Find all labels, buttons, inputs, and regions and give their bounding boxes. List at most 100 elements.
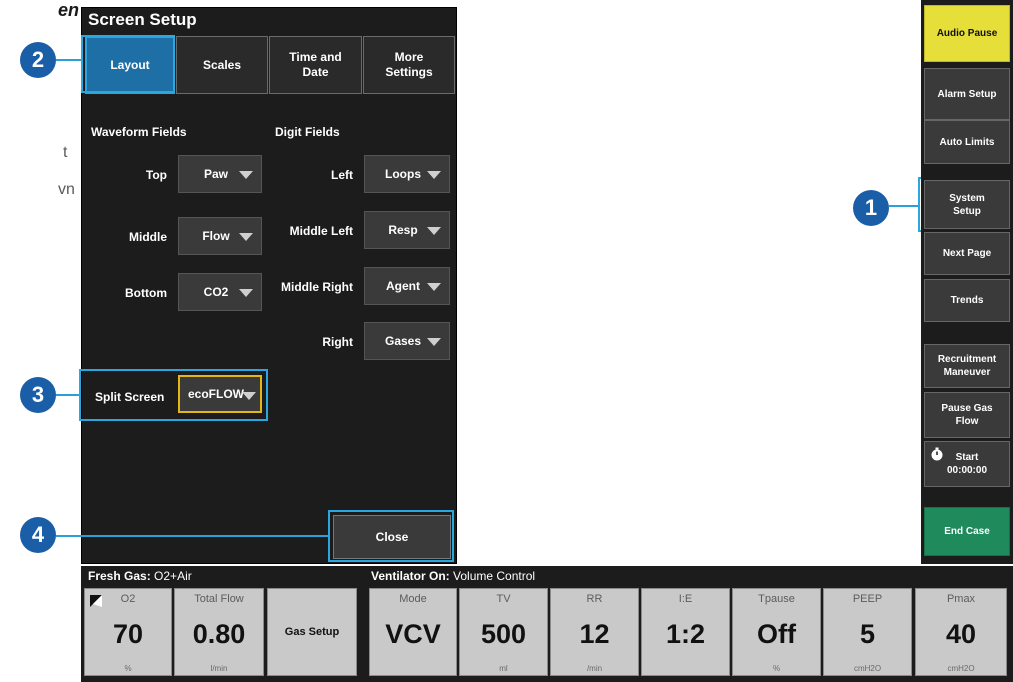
waveform-middle-label: Middle — [129, 230, 167, 244]
tile-unit: ml — [499, 664, 508, 673]
tile-value: 1:2 — [665, 619, 706, 649]
tile-value: Off — [757, 619, 796, 649]
callout-leader — [56, 535, 328, 537]
tile-value: 0.80 — [192, 619, 246, 649]
waveform-bottom-dropdown[interactable]: CO2 — [178, 273, 262, 311]
ventilator-mode: Volume Control — [453, 569, 536, 583]
tile-label: Total Flow — [194, 593, 244, 605]
chevron-down-icon — [427, 283, 441, 291]
tile-label: O2 — [120, 593, 136, 605]
chevron-down-icon — [427, 171, 441, 179]
digit-left-label: Left — [331, 168, 353, 182]
chevron-down-icon — [239, 289, 253, 297]
pause-gas-flow-label: Pause Gas Flow — [941, 403, 993, 427]
next-page-button[interactable]: Next Page — [924, 232, 1010, 275]
mode-tile[interactable]: Mode VCV — [369, 588, 457, 676]
tile-value: 12 — [579, 619, 610, 649]
dialog-title: Screen Setup — [88, 10, 197, 29]
tile-label: Tpause — [758, 593, 795, 605]
ventilator-header: Ventilator On: Volume Control — [371, 569, 535, 583]
tile-label: PEEP — [852, 593, 883, 605]
page-title-fragment: en — [58, 0, 80, 20]
bottom-status-bar: Fresh Gas: O2+Air Ventilator On: Volume … — [81, 566, 1013, 682]
tile-unit: cmH2O — [853, 664, 882, 673]
waveform-top-label: Top — [145, 168, 167, 182]
callout-3: 3 — [20, 377, 56, 413]
tile-unit: % — [772, 664, 781, 673]
o2-tile[interactable]: O2 70 % — [84, 588, 172, 676]
tile-unit: l/min — [210, 664, 228, 673]
tile-value: 500 — [480, 619, 527, 649]
trends-button[interactable]: Trends — [924, 279, 1010, 322]
gas-setup-label: Gas Setup — [284, 626, 340, 638]
pmax-tile[interactable]: Pmax 40 cmH2O — [915, 588, 1007, 676]
timer-time: 00:00:00 — [946, 465, 988, 476]
right-menu: Audio Pause Alarm Setup Auto Limits Syst… — [921, 0, 1013, 564]
auto-limits-button[interactable]: Auto Limits — [924, 120, 1010, 164]
tile-label: TV — [496, 593, 511, 605]
tile-unit: cmH2O — [947, 664, 975, 673]
tile-label: Pmax — [946, 593, 976, 605]
highlight-close — [328, 510, 454, 562]
digit-middle-left-dropdown[interactable]: Resp — [364, 211, 450, 249]
stopwatch-icon — [931, 447, 943, 461]
tile-value: 5 — [859, 619, 876, 649]
ie-tile[interactable]: I:E 1:2 — [641, 588, 730, 676]
digit-fields-heading: Digit Fields — [275, 125, 340, 139]
tab-scales[interactable]: Scales — [176, 36, 268, 94]
text-fragment: vn — [58, 181, 75, 198]
callout-leader — [56, 59, 81, 61]
tv-tile[interactable]: TV 500 ml — [459, 588, 548, 676]
system-setup-button[interactable]: System Setup — [924, 180, 1010, 229]
chevron-down-icon — [239, 171, 253, 179]
tile-value: VCV — [385, 619, 441, 649]
tpause-tile[interactable]: Tpause Off % — [732, 588, 821, 676]
tile-label: RR — [586, 593, 603, 605]
alarm-setup-button[interactable]: Alarm Setup — [924, 68, 1010, 120]
tab-time-and-date[interactable]: Time and Date — [269, 36, 362, 94]
audio-pause-button[interactable]: Audio Pause — [924, 5, 1010, 62]
tab-more-settings[interactable]: More Settings — [363, 36, 455, 94]
tile-label: I:E — [678, 593, 693, 605]
chevron-down-icon — [427, 227, 441, 235]
text-fragment: t — [63, 144, 68, 161]
digit-middle-right-dropdown[interactable]: Agent — [364, 267, 450, 305]
digit-right-dropdown[interactable]: Gases — [364, 322, 450, 360]
waveform-bottom-label: Bottom — [125, 286, 167, 300]
fresh-gas-label: Fresh Gas: — [88, 569, 151, 583]
tile-value: 40 — [945, 619, 977, 649]
chevron-down-icon — [427, 338, 441, 346]
peep-tile[interactable]: PEEP 5 cmH2O — [823, 588, 912, 676]
callout-2: 2 — [20, 42, 56, 78]
timer-button[interactable]: Start 00:00:00 — [924, 441, 1010, 487]
pause-gas-flow-button[interactable]: Pause Gas Flow — [924, 392, 1010, 438]
digit-middle-left-label: Middle Left — [289, 224, 353, 238]
total-flow-tile[interactable]: Total Flow 0.80 l/min — [174, 588, 264, 676]
callout-4: 4 — [20, 517, 56, 553]
callout-1: 1 — [853, 190, 889, 226]
system-setup-label: System Setup — [949, 192, 985, 217]
tile-unit: % — [124, 664, 132, 673]
highlight-split-screen — [79, 369, 268, 421]
callout-leader — [56, 394, 79, 396]
recruitment-maneuver-button[interactable]: Recruitment Maneuver — [924, 344, 1010, 388]
tile-label: Mode — [399, 593, 427, 605]
digit-right-label: Right — [322, 335, 353, 349]
end-case-button[interactable]: End Case — [924, 507, 1010, 556]
rr-tile[interactable]: RR 12 /min — [550, 588, 639, 676]
waveform-fields-heading: Waveform Fields — [91, 125, 187, 139]
chevron-down-icon — [239, 233, 253, 241]
digit-middle-right-label: Middle Right — [281, 280, 353, 294]
highlight-layout-tab — [81, 35, 175, 93]
tab-more-settings-label: More Settings — [385, 50, 433, 79]
tile-unit: /min — [586, 664, 603, 673]
tab-time-and-date-label: Time and Date — [289, 50, 342, 79]
waveform-top-dropdown[interactable]: Paw — [178, 155, 262, 193]
timer-label: Start — [955, 452, 979, 463]
ventilator-label: Ventilator On: — [371, 569, 450, 583]
digit-left-dropdown[interactable]: Loops — [364, 155, 450, 193]
waveform-middle-dropdown[interactable]: Flow — [178, 217, 262, 255]
fresh-gas-header: Fresh Gas: O2+Air — [88, 569, 192, 583]
callout-leader — [889, 205, 918, 207]
gas-setup-button[interactable]: Gas Setup — [267, 588, 357, 676]
